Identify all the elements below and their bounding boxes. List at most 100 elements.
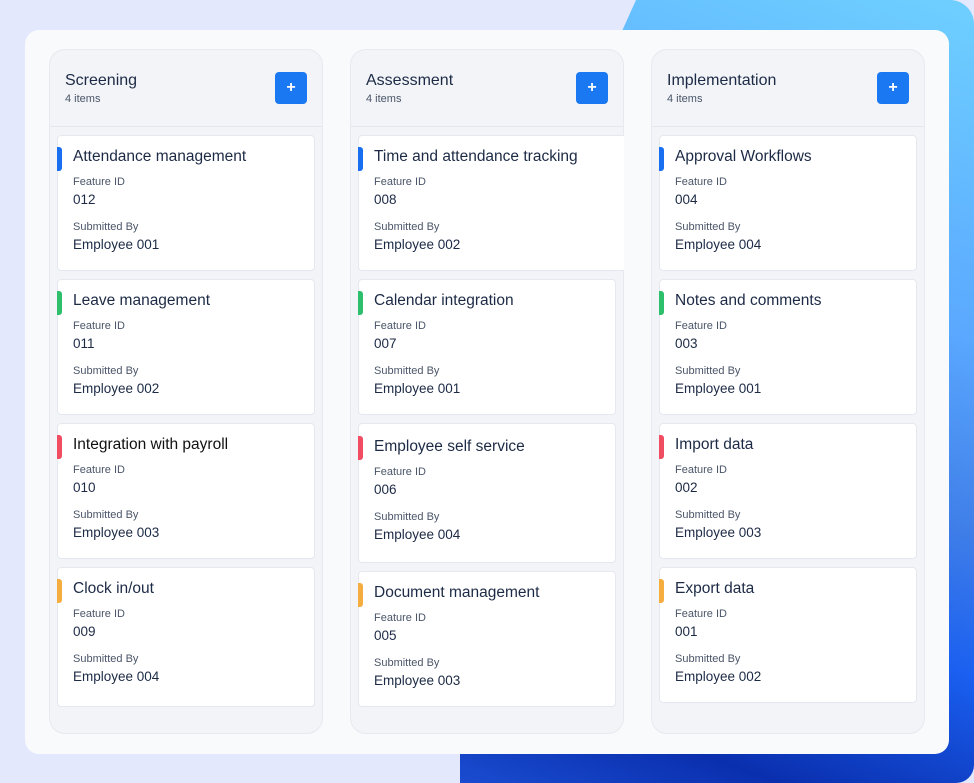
priority-indicator [659,291,664,315]
feature-id-label: Feature ID [374,612,426,624]
submitted-by-label: Submitted By [374,221,440,233]
feature-card[interactable]: Time and attendance tracking Feature ID … [358,135,624,271]
feature-id-value: 002 [675,480,698,495]
feature-id-value: 003 [675,336,698,351]
plus-icon: + [587,79,597,96]
feature-id-value: 009 [73,624,96,639]
submitted-by-value: Employee 001 [374,381,461,396]
feature-id-label: Feature ID [73,608,125,620]
feature-id-value: 001 [675,624,698,639]
feature-id-value: 008 [374,192,397,207]
feature-card[interactable]: Import data Feature ID 002 Submitted By … [659,423,917,559]
submitted-by-value: Employee 004 [675,237,762,252]
card-title: Approval Workflows [675,148,812,165]
feature-id-label: Feature ID [374,320,426,332]
submitted-by-label: Submitted By [73,365,139,377]
feature-card[interactable]: Attendance management Feature ID 012 Sub… [57,135,315,271]
priority-indicator [57,435,62,459]
add-card-button[interactable]: + [275,72,307,104]
priority-indicator [659,147,664,171]
feature-id-label: Feature ID [73,464,125,476]
feature-id-value: 007 [374,336,397,351]
priority-indicator [358,291,363,315]
feature-id-label: Feature ID [73,320,125,332]
submitted-by-value: Employee 004 [374,527,461,542]
submitted-by-label: Submitted By [374,365,440,377]
priority-indicator [659,435,664,459]
card-title: Clock in/out [73,580,154,597]
card-title: Leave management [73,292,211,309]
submitted-by-value: Employee 002 [73,381,160,396]
feature-id-value: 010 [73,480,96,495]
submitted-by-value: Employee 004 [73,669,160,684]
submitted-by-label: Submitted By [73,221,139,233]
feature-card[interactable]: Notes and comments Feature ID 003 Submit… [659,279,917,415]
feature-id-label: Feature ID [675,176,727,188]
card-title: Import data [675,436,754,453]
card-list: Approval Workflows Feature ID 004 Submit… [652,127,924,703]
feature-id-label: Feature ID [374,176,426,188]
submitted-by-label: Submitted By [675,221,741,233]
submitted-by-label: Submitted By [675,653,741,665]
card-title: Document management [374,584,540,601]
card-title: Attendance management [73,148,247,165]
submitted-by-label: Submitted By [374,657,440,669]
feature-id-value: 006 [374,482,397,497]
card-title: Notes and comments [675,292,822,309]
feature-id-label: Feature ID [374,466,426,478]
submitted-by-value: Employee 001 [675,381,762,396]
feature-card[interactable]: Calendar integration Feature ID 007 Subm… [358,279,616,415]
column-header: Implementation 4 items + [652,50,924,127]
submitted-by-value: Employee 003 [374,673,461,688]
priority-indicator [358,583,363,607]
submitted-by-value: Employee 002 [374,237,461,252]
column-implementation: Implementation 4 items + Approval Workfl… [651,49,925,734]
priority-indicator [57,291,62,315]
card-title: Employee self service [374,438,525,455]
add-card-button[interactable]: + [576,72,608,104]
card-list: Attendance management Feature ID 012 Sub… [50,127,322,707]
submitted-by-label: Submitted By [73,509,139,521]
column-header: Assessment 4 items + [351,50,623,127]
feature-id-value: 005 [374,628,397,643]
feature-id-value: 012 [73,192,96,207]
submitted-by-value: Employee 001 [73,237,160,252]
feature-id-label: Feature ID [675,464,727,476]
feature-card[interactable]: Export data Feature ID 001 Submitted By … [659,567,917,703]
column-assessment: Assessment 4 items + Time and attendance… [350,49,624,734]
feature-id-label: Feature ID [73,176,125,188]
card-title: Calendar integration [374,292,514,309]
add-card-button[interactable]: + [877,72,909,104]
card-title: Integration with payroll [73,436,229,453]
priority-indicator [358,436,363,460]
column-screening: Screening 4 items + Attendance managemen… [49,49,323,734]
feature-card[interactable]: Clock in/out Feature ID 009 Submitted By… [57,567,315,707]
submitted-by-label: Submitted By [675,509,741,521]
plus-icon: + [888,79,898,96]
feature-id-value: 004 [675,192,698,207]
kanban-board: Screening 4 items + Attendance managemen… [25,30,949,754]
submitted-by-label: Submitted By [374,511,440,523]
feature-id-label: Feature ID [675,608,727,620]
plus-icon: + [286,79,296,96]
submitted-by-value: Employee 002 [675,669,762,684]
submitted-by-label: Submitted By [675,365,741,377]
feature-card[interactable]: Document management Feature ID 005 Submi… [358,571,616,707]
feature-id-label: Feature ID [675,320,727,332]
submitted-by-value: Employee 003 [675,525,762,540]
column-header: Screening 4 items + [50,50,322,127]
card-title: Time and attendance tracking [374,148,578,165]
feature-card[interactable]: Employee self service Feature ID 006 Sub… [358,423,616,563]
priority-indicator [659,579,664,603]
submitted-by-value: Employee 003 [73,525,160,540]
feature-card[interactable]: Integration with payroll Feature ID 010 … [57,423,315,559]
priority-indicator [57,147,62,171]
submitted-by-label: Submitted By [73,653,139,665]
priority-indicator [358,147,363,171]
card-list: Time and attendance tracking Feature ID … [351,127,624,707]
feature-card[interactable]: Leave management Feature ID 011 Submitte… [57,279,315,415]
card-title: Export data [675,580,755,597]
feature-id-value: 011 [73,336,95,351]
feature-card[interactable]: Approval Workflows Feature ID 004 Submit… [659,135,917,271]
priority-indicator [57,579,62,603]
